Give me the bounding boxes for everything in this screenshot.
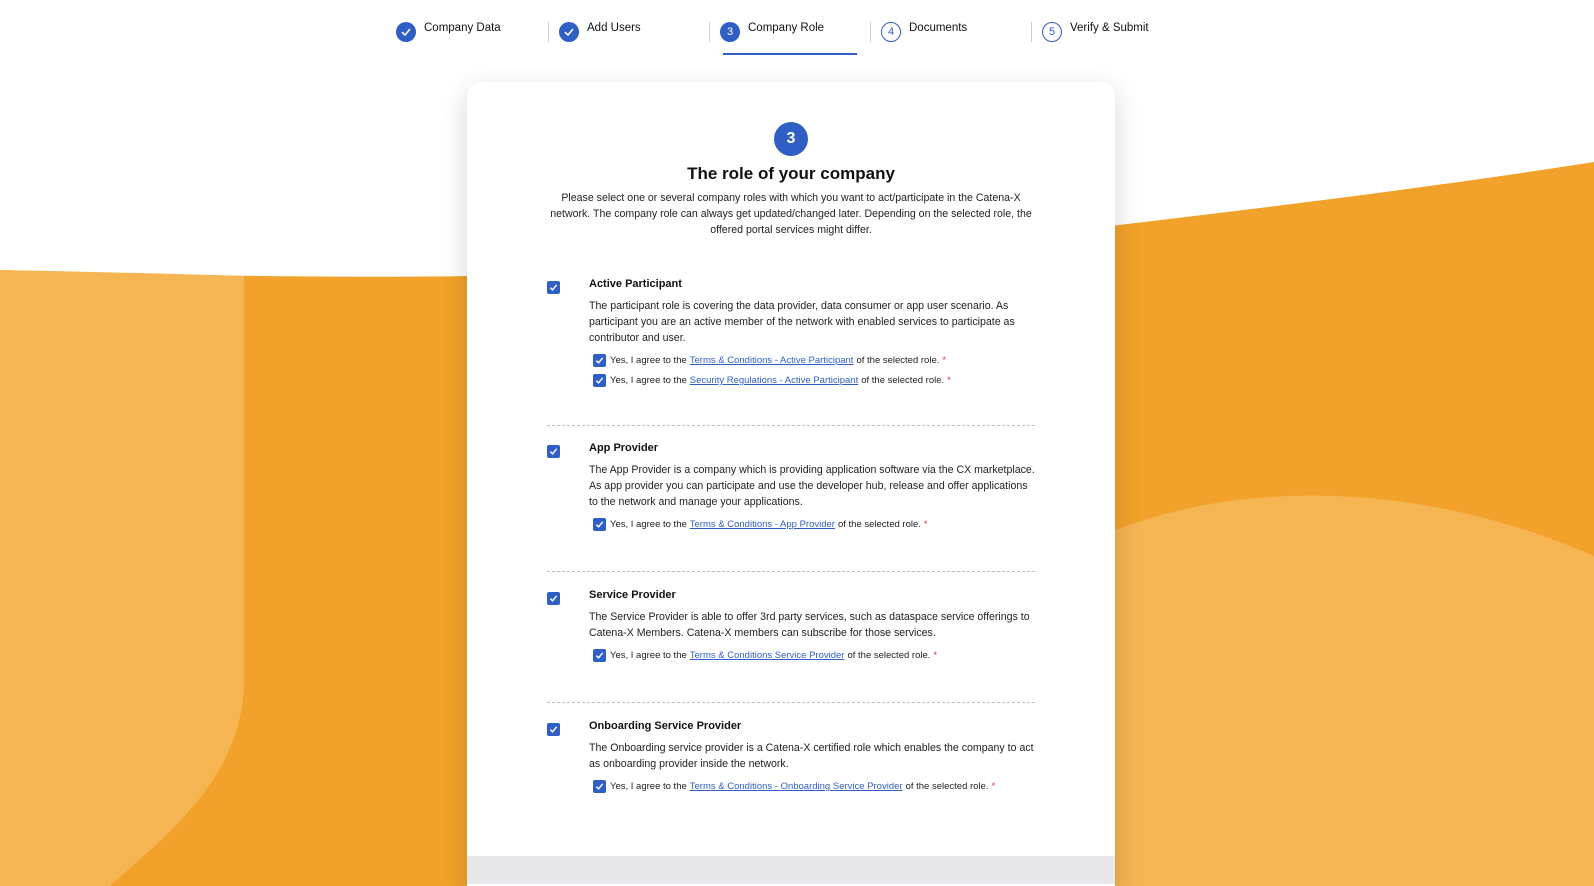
role-description: The participant role is covering the dat… xyxy=(589,300,1015,344)
agreement-suffix: of the selected role. xyxy=(856,355,940,366)
intro-text: Please select one or several company rol… xyxy=(550,192,1032,236)
agreement-row: Yes, I agree to the Terms & Conditions -… xyxy=(593,780,995,793)
section-divider xyxy=(547,571,1035,572)
step-label: Add Users xyxy=(587,22,641,34)
checkbox-checked-icon xyxy=(549,448,558,455)
role-title: App Provider xyxy=(589,442,659,454)
agreement-row: Yes, I agree to the Terms & Conditions S… xyxy=(593,649,937,662)
role-title: Active Participant xyxy=(589,278,682,290)
agreement-row: Yes, I agree to the Terms & Conditions -… xyxy=(593,354,946,367)
step-number-badge: 5 xyxy=(1042,22,1062,42)
role-checkbox[interactable] xyxy=(547,592,560,605)
agreement-checkbox[interactable] xyxy=(593,518,606,531)
step-documents[interactable]: 4 Documents xyxy=(881,20,967,56)
step-label: Company Role xyxy=(748,22,825,34)
required-marker: * xyxy=(947,375,951,386)
section-divider xyxy=(547,702,1035,703)
step-divider xyxy=(870,22,871,42)
step-divider xyxy=(548,22,549,42)
step-label: Documents xyxy=(909,22,968,34)
active-step-underline xyxy=(723,53,857,55)
agreement-checkbox[interactable] xyxy=(593,374,606,387)
agreement-checkbox[interactable] xyxy=(593,354,606,367)
registration-stepper: Company Data Add Users 3 Company Role 4 … xyxy=(0,0,1594,60)
step-divider xyxy=(1031,22,1032,42)
role-description: The Onboarding service provider is a Cat… xyxy=(589,742,1034,770)
agreement-suffix: of the selected role. xyxy=(837,519,921,530)
role-checkbox[interactable] xyxy=(547,445,560,458)
role-title: Onboarding Service Provider xyxy=(589,720,742,732)
step-verify-submit[interactable]: 5 Verify & Submit xyxy=(1042,20,1149,56)
step-number-badge: 3 xyxy=(720,22,740,42)
role-description: The App Provider is a company which is p… xyxy=(589,464,1035,508)
checkbox-checked-icon xyxy=(549,284,558,291)
agreement-row: Yes, I agree to the Security Regulations… xyxy=(593,374,951,387)
required-marker: * xyxy=(942,355,947,366)
step-number-circle: 3 xyxy=(774,122,808,156)
agreement-prefix: Yes, I agree to the xyxy=(610,355,687,366)
agreement-suffix: of the selected role. xyxy=(847,650,931,661)
agreement-checkbox[interactable] xyxy=(593,780,606,793)
required-marker: * xyxy=(923,519,928,530)
checkbox-checked-icon xyxy=(549,726,558,733)
check-icon xyxy=(559,22,579,42)
step-company-role[interactable]: 3 Company Role xyxy=(720,20,824,56)
agreement-prefix: Yes, I agree to the xyxy=(610,375,687,386)
agreement-prefix: Yes, I agree to the xyxy=(610,781,687,792)
agreement-prefix: Yes, I agree to the xyxy=(610,650,687,661)
step-company-data[interactable]: Company Data xyxy=(396,20,501,56)
role-checkbox[interactable] xyxy=(547,281,560,294)
step-number-badge: 4 xyxy=(881,22,901,42)
agreement-prefix: Yes, I agree to the xyxy=(610,519,687,530)
step-label: Verify & Submit xyxy=(1070,22,1149,34)
company-role-card: 3 The role of your company Please select… xyxy=(467,82,1115,886)
terms-link[interactable]: Terms & Conditions - Onboarding Service … xyxy=(690,781,903,792)
agreement-suffix: of the selected role. xyxy=(905,781,989,792)
section-divider xyxy=(547,425,1035,426)
agreement-suffix: of the selected role. xyxy=(861,375,945,386)
role-checkbox[interactable] xyxy=(547,723,560,736)
step-divider xyxy=(709,22,710,42)
orange-wave-right-light xyxy=(1110,495,1594,886)
agreement-row: Yes, I agree to the Terms & Conditions -… xyxy=(593,518,928,531)
page-title: The role of your company xyxy=(687,164,895,183)
required-marker: * xyxy=(991,781,996,792)
role-description: The Service Provider is able to offer 3r… xyxy=(589,611,1030,639)
card-footer-bar xyxy=(467,856,1115,884)
agreement-checkbox[interactable] xyxy=(593,649,606,662)
terms-link[interactable]: Terms & Conditions Service Provider xyxy=(690,650,845,661)
check-icon xyxy=(396,22,416,42)
terms-link[interactable]: Terms & Conditions - App Provider xyxy=(690,519,835,530)
step-label: Company Data xyxy=(424,22,501,34)
terms-link[interactable]: Terms & Conditions - Active Participant xyxy=(690,355,854,366)
role-title: Service Provider xyxy=(589,589,676,601)
required-marker: * xyxy=(933,650,938,661)
checkbox-checked-icon xyxy=(549,595,558,602)
security-regulations-link[interactable]: Security Regulations - Active Participan… xyxy=(690,375,858,386)
step-add-users[interactable]: Add Users xyxy=(559,20,641,56)
